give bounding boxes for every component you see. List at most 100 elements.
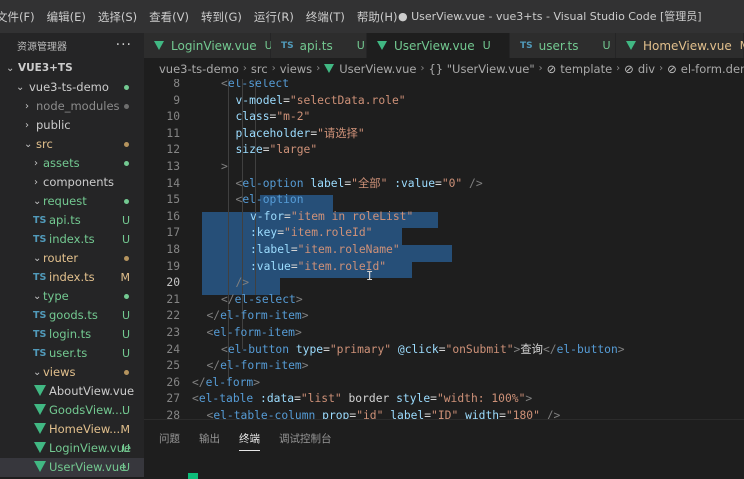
breadcrumb-item[interactable]: template bbox=[560, 62, 612, 76]
chevron-right-icon: › bbox=[616, 63, 621, 74]
code-line[interactable]: 13 > bbox=[144, 159, 744, 176]
menu-help[interactable]: 帮助(H) bbox=[351, 9, 404, 25]
code-line[interactable]: 26 </el-form> bbox=[144, 375, 744, 392]
tree-file-request-index-ts[interactable]: TS index.ts U bbox=[0, 230, 144, 249]
chevron-right-icon: › bbox=[420, 63, 425, 74]
breadcrumb-item[interactable]: el-form.demo-form-in bbox=[681, 62, 744, 76]
tree-folder-components[interactable]: › components bbox=[0, 173, 144, 192]
title-bar: 文件(F) 编辑(E) 选择(S) 查看(V) 转到(G) 运行(R) 终端(T… bbox=[0, 0, 744, 33]
code-text: <el-button type="primary" @click="onSubm… bbox=[221, 342, 625, 356]
code-line[interactable]: 16 v-for="item in roleList" bbox=[144, 209, 744, 226]
code-text: class="m-2" bbox=[235, 110, 311, 124]
tree-root[interactable]: ⌄ VUE3+TS bbox=[0, 59, 144, 78]
tab-user-ts[interactable]: TS user.ts U bbox=[510, 33, 616, 58]
tree-project[interactable]: ⌄ vue3-ts-demo bbox=[0, 78, 144, 97]
tree-file-router-index-ts[interactable]: TS index.ts M bbox=[0, 268, 144, 287]
tree-file-userview-vue[interactable]: UserView.vue U bbox=[0, 458, 144, 477]
code-line[interactable]: 9 v-model="selectData.role" bbox=[144, 93, 744, 110]
tree-file-goodsview-vue[interactable]: GoodsView.... U bbox=[0, 401, 144, 420]
tree-folder-router[interactable]: ⌄ router bbox=[0, 249, 144, 268]
code-text: size="large" bbox=[235, 143, 318, 157]
line-number: 27 bbox=[166, 392, 180, 406]
line-number: 26 bbox=[166, 375, 180, 389]
breadcrumb-item[interactable]: src bbox=[251, 62, 268, 76]
line-number: 24 bbox=[166, 342, 180, 356]
code-text: placeholder="请选择" bbox=[235, 126, 365, 140]
code-line[interactable]: 18:label="item.roleName" bbox=[144, 242, 744, 259]
menu-terminal[interactable]: 终端(T) bbox=[300, 9, 351, 25]
tab-homeview-vue[interactable]: HomeView.vue M bbox=[616, 33, 744, 58]
code-line[interactable]: 14 <el-option label="全部" :value="0" /> bbox=[144, 176, 744, 193]
tree-folder-src[interactable]: ⌄ src bbox=[0, 135, 144, 154]
typescript-file-icon: TS bbox=[33, 234, 47, 245]
breadcrumb-item[interactable]: views bbox=[280, 62, 312, 76]
code-line[interactable]: 10 class="m-2" bbox=[144, 109, 744, 126]
chevron-right-icon: › bbox=[242, 63, 247, 74]
tree-file-api-ts[interactable]: TS api.ts U bbox=[0, 211, 144, 230]
code-text: <el-select bbox=[221, 79, 290, 90]
chevron-right-icon: › bbox=[316, 63, 321, 74]
tab-userview-vue[interactable]: UserView.vue U bbox=[367, 33, 510, 58]
code-line[interactable]: 25 </el-form-item> bbox=[144, 358, 744, 375]
code-line[interactable]: 24 <el-button type="primary" @click="onSu… bbox=[144, 342, 744, 359]
breadcrumb-item[interactable]: div bbox=[638, 62, 655, 76]
menu-file[interactable]: 文件(F) bbox=[0, 9, 41, 25]
menu-selection[interactable]: 选择(S) bbox=[92, 9, 143, 25]
code-line[interactable]: 19:value="item.roleId" bbox=[144, 259, 744, 276]
code-line[interactable]: 27 <el-table :data="list" border style="w… bbox=[144, 391, 744, 408]
code-line[interactable]: 22 </el-form-item> bbox=[144, 308, 744, 325]
breadcrumb-item[interactable]: vue3-ts-demo bbox=[159, 62, 239, 76]
tree-file-user-ts[interactable]: TS user.ts U bbox=[0, 344, 144, 363]
breadcrumb-item[interactable]: UserView.vue bbox=[339, 62, 416, 76]
panel-tab-output[interactable]: 输出 bbox=[199, 420, 220, 456]
vue-file-icon bbox=[377, 41, 387, 50]
code-text: </el-form> bbox=[192, 375, 261, 389]
line-number: 16 bbox=[166, 209, 180, 223]
line-number: 19 bbox=[166, 259, 180, 273]
vue-file-icon bbox=[34, 423, 46, 434]
line-number: 14 bbox=[166, 176, 180, 190]
code-text: :key="item.roleId" bbox=[250, 226, 373, 240]
breadcrumb-item[interactable]: {} "UserView.vue" bbox=[428, 62, 534, 76]
code-line[interactable]: 17:key="item.roleId" bbox=[144, 225, 744, 242]
code-line[interactable]: 12 size="large" bbox=[144, 142, 744, 159]
panel-tab-terminal[interactable]: 终端 bbox=[239, 420, 260, 456]
code-line[interactable]: 28 <el-table-column prop="id" label="ID" … bbox=[144, 408, 744, 419]
menu-run[interactable]: 运行(R) bbox=[248, 9, 300, 25]
tree-file-goods-ts[interactable]: TS goods.ts U bbox=[0, 306, 144, 325]
code-line[interactable]: 11 placeholder="请选择" bbox=[144, 126, 744, 143]
mouse-ibeam-cursor-icon: I bbox=[366, 269, 374, 283]
tab-loginview-vue[interactable]: LoginView.vue U bbox=[144, 33, 273, 58]
breadcrumb: vue3-ts-demo › src › views › UserView.vue › … bbox=[144, 58, 744, 79]
line-number: 20 bbox=[166, 276, 180, 290]
more-actions-icon[interactable]: ··· bbox=[116, 37, 132, 53]
code-line[interactable]: 20 /> bbox=[144, 275, 744, 292]
tree-folder-type[interactable]: ⌄ type bbox=[0, 287, 144, 306]
tree-folder-assets[interactable]: › assets bbox=[0, 154, 144, 173]
tree-file-homeview-vue[interactable]: HomeView.... M bbox=[0, 420, 144, 439]
panel-tab-debug-console[interactable]: 调试控制台 bbox=[279, 420, 332, 456]
tree-file-loginview-vue[interactable]: LoginView.vue U bbox=[0, 439, 144, 458]
tree-folder-views[interactable]: ⌄ views bbox=[0, 363, 144, 382]
tree-folder-request[interactable]: ⌄ request bbox=[0, 192, 144, 211]
tab-api-ts[interactable]: TS api.ts U bbox=[271, 33, 367, 58]
code-text: v-model="selectData.role" bbox=[235, 93, 406, 107]
code-line[interactable]: 8 <el-select bbox=[144, 79, 744, 93]
code-line[interactable]: 21 </el-select> bbox=[144, 292, 744, 309]
panel-tab-problems[interactable]: 问题 bbox=[159, 420, 180, 456]
tree-folder-public[interactable]: › public bbox=[0, 116, 144, 135]
code-line[interactable]: 23 <el-form-item> bbox=[144, 325, 744, 342]
chevron-right-icon: › bbox=[538, 63, 543, 74]
modified-dot-icon bbox=[124, 85, 129, 90]
menu-edit[interactable]: 编辑(E) bbox=[41, 9, 92, 25]
line-number: 28 bbox=[166, 409, 180, 419]
menu-view[interactable]: 查看(V) bbox=[143, 9, 195, 25]
symbol-element-icon: ⊘ bbox=[667, 61, 677, 76]
code-line[interactable]: 15 <el-option bbox=[144, 192, 744, 209]
line-number: 8 bbox=[173, 79, 180, 90]
tree-file-login-ts[interactable]: TS login.ts U bbox=[0, 325, 144, 344]
tree-folder-node-modules[interactable]: › node_modules bbox=[0, 97, 144, 116]
menu-go[interactable]: 转到(G) bbox=[195, 9, 248, 25]
code-editor[interactable]: 8 <el-select 9 v-model="selectData.role" 10 c… bbox=[144, 79, 744, 419]
tree-file-aboutview-vue[interactable]: AboutView.vue bbox=[0, 382, 144, 401]
